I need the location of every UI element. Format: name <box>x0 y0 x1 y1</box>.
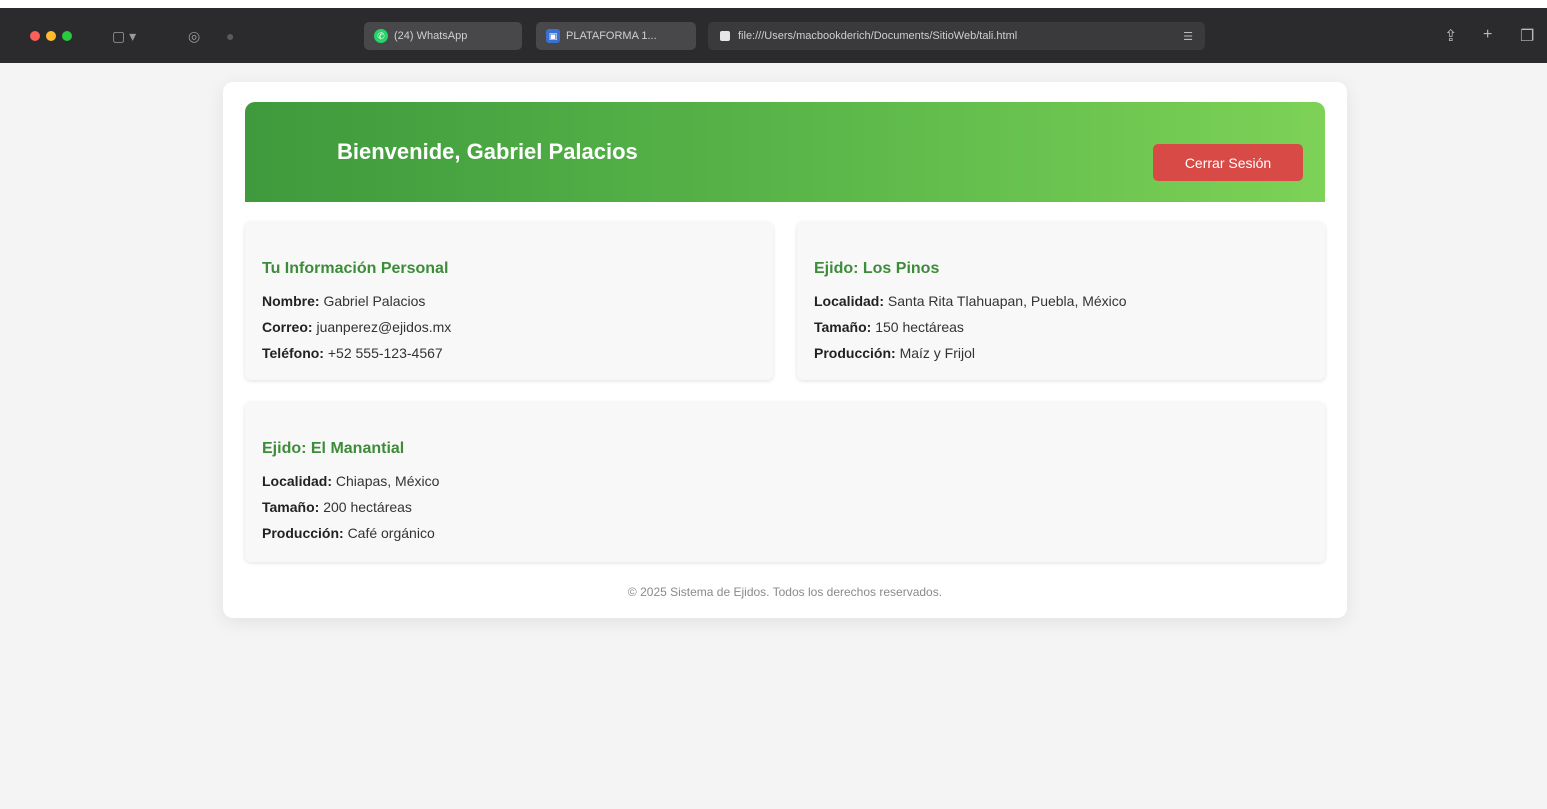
row-label: Localidad: <box>262 473 333 489</box>
ejido-row: Localidad: Chiapas, México <box>262 473 439 489</box>
personal-info-title: Tu Información Personal <box>262 260 449 277</box>
row-label: Tamaño: <box>262 499 320 515</box>
ejido-panel-el-manantial: Ejido: El Manantial Localidad: Chiapas, … <box>245 402 1325 562</box>
row-label: Correo: <box>262 319 313 335</box>
row-value: juanperez@ejidos.mx <box>316 319 452 335</box>
ejido-row: Producción: Café orgánico <box>262 525 435 541</box>
row-value: Santa Rita Tlahuapan, Puebla, México <box>887 293 1127 309</box>
welcome-title: Bienvenide, Gabriel Palacios <box>337 139 638 164</box>
row-value: 200 hectáreas <box>323 499 412 515</box>
row-value: +52 555-123-4567 <box>327 345 443 361</box>
personal-info-panel: Tu Información Personal Nombre: Gabriel … <box>245 222 773 380</box>
dashboard-card: Bienvenide, Gabriel Palacios Cerrar Sesi… <box>223 82 1347 618</box>
file-icon <box>720 31 730 41</box>
window-top-strip <box>0 0 1547 8</box>
row-value: Chiapas, México <box>335 473 440 489</box>
window-controls <box>30 31 72 41</box>
ejido-row: Tamaño: 150 hectáreas <box>814 319 964 335</box>
tab-label: PLATAFORMA 1... <box>566 30 657 42</box>
welcome-header: Bienvenide, Gabriel Palacios Cerrar Sesi… <box>245 102 1325 202</box>
ejido-row: Tamaño: 200 hectáreas <box>262 499 412 515</box>
whatsapp-icon: ✆ <box>374 29 388 43</box>
personal-info-row: Nombre: Gabriel Palacios <box>262 293 425 309</box>
site-favicon-icon: ▣ <box>546 29 560 43</box>
page-footer: © 2025 Sistema de Ejidos. Todos los dere… <box>627 585 943 599</box>
url-text: file:///Users/macbookderich/Documents/Si… <box>738 30 1018 42</box>
close-window-button[interactable] <box>30 31 40 41</box>
row-value: Maíz y Frijol <box>899 345 976 361</box>
new-tab-icon[interactable]: + <box>1483 26 1492 44</box>
ejido-panel-los-pinos: Ejido: Los Pinos Localidad: Santa Rita T… <box>797 222 1325 380</box>
row-value: 150 hectáreas <box>875 319 964 335</box>
tab-overview-icon[interactable]: ❐ <box>1520 26 1534 46</box>
sidebar-toggle-icon[interactable]: ▢ ▾ <box>112 27 136 45</box>
privacy-shield-icon[interactable]: ◎ <box>188 27 200 45</box>
row-label: Localidad: <box>814 293 885 309</box>
address-bar[interactable]: file:///Users/macbookderich/Documents/Si… <box>708 22 1205 50</box>
row-value: Gabriel Palacios <box>323 293 426 309</box>
maximize-window-button[interactable] <box>62 31 72 41</box>
logout-button[interactable]: Cerrar Sesión <box>1153 144 1303 181</box>
row-label: Producción: <box>814 345 896 361</box>
share-icon[interactable]: ⇪ <box>1444 26 1457 46</box>
personal-info-row: Correo: juanperez@ejidos.mx <box>262 319 451 335</box>
ejido-row: Localidad: Santa Rita Tlahuapan, Puebla,… <box>814 293 1127 309</box>
ejido-title: Ejido: Los Pinos <box>814 260 940 277</box>
row-value: Café orgánico <box>347 525 435 541</box>
ejido-row: Producción: Maíz y Frijol <box>814 345 975 361</box>
row-label: Tamaño: <box>814 319 872 335</box>
reader-mode-icon[interactable]: ☰ <box>1183 30 1193 43</box>
row-label: Nombre: <box>262 293 320 309</box>
tab-whatsapp[interactable]: ✆ (24) WhatsApp <box>364 22 522 50</box>
tab-plataforma[interactable]: ▣ PLATAFORMA 1... <box>536 22 696 50</box>
extension-icon[interactable]: ● <box>226 27 234 45</box>
ejido-title: Ejido: El Manantial <box>262 440 405 457</box>
browser-toolbar: ▢ ▾ ◎ ● ✆ (24) WhatsApp ▣ PLATAFORMA 1..… <box>0 8 1547 63</box>
minimize-window-button[interactable] <box>46 31 56 41</box>
tab-label: (24) WhatsApp <box>394 30 468 42</box>
row-label: Producción: <box>262 525 344 541</box>
row-label: Teléfono: <box>262 345 324 361</box>
personal-info-row: Teléfono: +52 555-123-4567 <box>262 345 443 361</box>
